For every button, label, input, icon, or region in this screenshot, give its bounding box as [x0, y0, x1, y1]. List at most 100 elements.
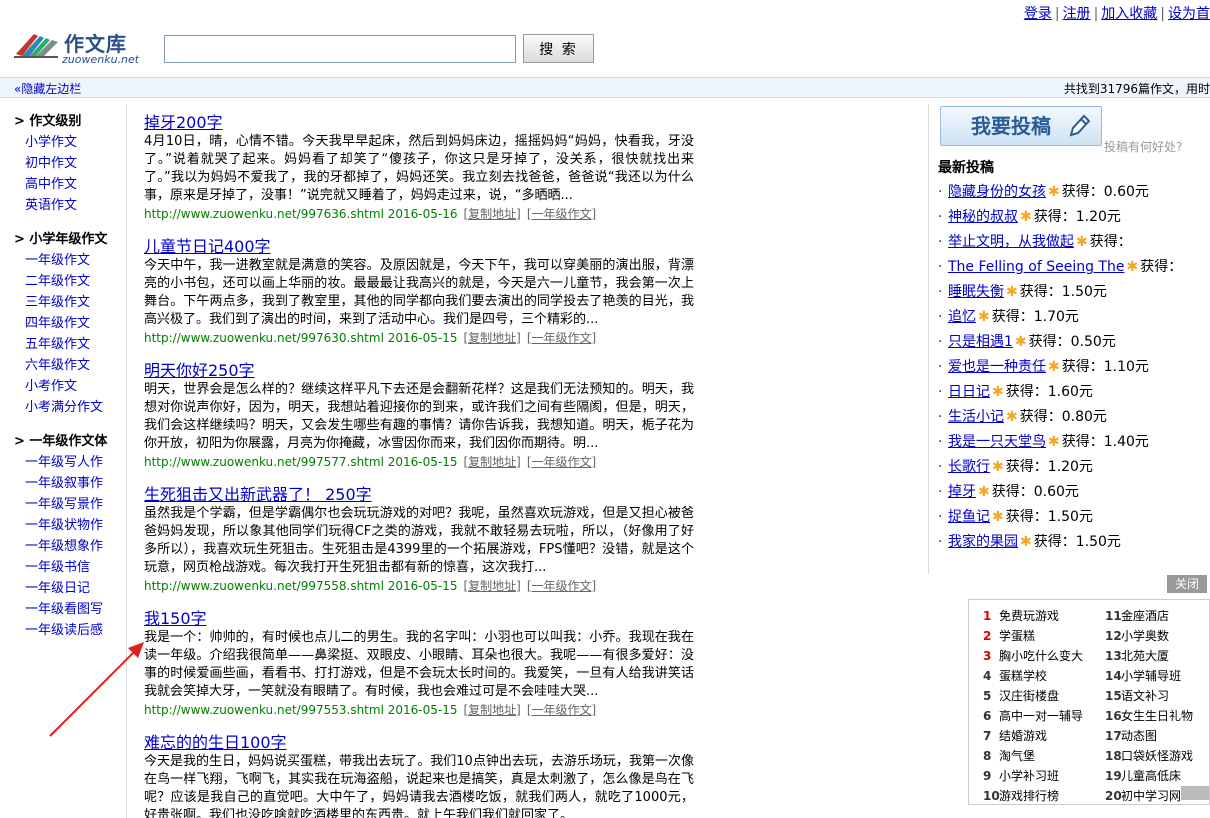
submit-article-button[interactable]: 我要投稿	[940, 106, 1102, 146]
article-title-link[interactable]: 儿童节日记400字	[144, 236, 271, 257]
article-title-link[interactable]: 明天你好250字	[144, 360, 255, 381]
copy-address-link[interactable]: [复制地址]	[464, 579, 521, 593]
ad-link[interactable]: 5 汉庄街楼盘	[983, 686, 1103, 706]
latest-submissions-title: 最新投稿	[938, 160, 994, 176]
ad-link[interactable]: 18口袋妖怪游戏	[1105, 746, 1209, 766]
article-title-link[interactable]: 我150字	[144, 608, 207, 629]
grade-link[interactable]: [一年级作文]	[527, 207, 596, 221]
ad-box: 1 免费玩游戏 2 学蛋糕 3 胸小吃什么变大 4 蛋糕学校 5 汉庄街楼盘 6 高中一对一辅导 7 结婚…	[968, 599, 1210, 805]
sidebar-item[interactable]: 小考作文	[14, 376, 124, 397]
ad-link-label: 小学补习班	[999, 769, 1060, 783]
gain-label: 获得：	[1019, 284, 1062, 300]
sidebar-item[interactable]: 一年级状物作	[14, 515, 124, 536]
set-homepage-link[interactable]: 设为首	[1168, 6, 1210, 22]
sidebar-item[interactable]: 二年级作文	[14, 271, 124, 292]
sidebar-item[interactable]: 高中作文	[14, 174, 124, 195]
grade-link[interactable]: [一年级作文]	[527, 579, 596, 593]
latest-submission-link[interactable]: 掉牙	[948, 484, 976, 500]
ad-link[interactable]: 9 小学补习班	[983, 766, 1103, 786]
latest-submission-item: · 只是相遇1 ✱ 获得：0.50元	[938, 330, 1210, 355]
grade-link[interactable]: [一年级作文]	[527, 703, 596, 717]
latest-submission-link[interactable]: 日日记	[948, 384, 990, 400]
article-title-link[interactable]: 生死狙击又出新武器了！ 250字	[144, 484, 372, 505]
latest-submission-link[interactable]: 神秘的叔叔	[948, 209, 1018, 225]
ad-link[interactable]: 4 蛋糕学校	[983, 666, 1103, 686]
article-url: http://www.zuowenku.net/997558.shtml	[144, 579, 384, 593]
ad-link[interactable]: 11金座酒店	[1105, 606, 1209, 626]
ad-tab[interactable]	[1181, 786, 1209, 800]
latest-submission-link[interactable]: 只是相遇1	[948, 334, 1013, 350]
copy-address-link[interactable]: [复制地址]	[464, 455, 521, 469]
ad-link[interactable]: 16女生生日礼物	[1105, 706, 1209, 726]
gain-label: 获得：	[1005, 459, 1048, 475]
sidebar-item[interactable]: 一年级叙事作	[14, 473, 124, 494]
latest-submission-link[interactable]: 举止文明，从我做起	[948, 234, 1074, 250]
sidebar-item[interactable]: 一年级看图写	[14, 599, 124, 620]
article-title-link[interactable]: 难忘的的生日100字	[144, 732, 287, 753]
gain-label: 获得：	[1033, 209, 1076, 225]
ad-link[interactable]: 1 免费玩游戏	[983, 606, 1103, 626]
ad-link[interactable]: 10游戏排行榜	[983, 786, 1103, 806]
ad-link[interactable]: 8 淘气堡	[983, 746, 1103, 766]
search-button[interactable]: 搜 索	[523, 34, 594, 63]
sidebar-item[interactable]: 英语作文	[14, 195, 124, 216]
latest-submission-link[interactable]: 捉鱼记	[948, 509, 990, 525]
latest-submission-item: · 神秘的叔叔 ✱ 获得：1.20元	[938, 205, 1210, 230]
latest-submission-link[interactable]: 隐藏身份的女孩	[948, 184, 1046, 200]
register-link[interactable]: 注册	[1063, 6, 1091, 22]
sidebar-item[interactable]: 初中作文	[14, 153, 124, 174]
login-link[interactable]: 登录	[1024, 6, 1052, 22]
latest-submission-link[interactable]: 睡眠失衡	[948, 284, 1004, 300]
sidebar-item[interactable]: 六年级作文	[14, 355, 124, 376]
sidebar-item[interactable]: 一年级日记	[14, 578, 124, 599]
sidebar-item[interactable]: 小学作文	[14, 132, 124, 153]
ad-link-label: 小学辅导班	[1121, 669, 1182, 683]
ad-link[interactable]: 12小学奥数	[1105, 626, 1209, 646]
latest-submission-link[interactable]: 我是一只天堂鸟	[948, 434, 1046, 450]
ad-link-label: 金座酒店	[1121, 609, 1170, 623]
sidebar-item[interactable]: 三年级作文	[14, 292, 124, 313]
close-button[interactable]: 关闭	[1167, 575, 1207, 593]
ad-link[interactable]: 13北苑大厦	[1105, 646, 1209, 666]
grade-link[interactable]: [一年级作文]	[527, 455, 596, 469]
article-title-link[interactable]: 掉牙200字	[144, 112, 223, 133]
sidebar-item[interactable]: 一年级作文	[14, 250, 124, 271]
add-favorite-link[interactable]: 加入收藏	[1101, 6, 1157, 22]
sidebar-item[interactable]: 五年级作文	[14, 334, 124, 355]
sidebar-item[interactable]: 一年级书信	[14, 557, 124, 578]
ad-link[interactable]: 2 学蛋糕	[983, 626, 1103, 646]
ad-link[interactable]: 19儿童高低床	[1105, 766, 1209, 786]
latest-submission-link[interactable]: 生活小记	[948, 409, 1004, 425]
site-logo[interactable]: 作文库 zuowenku.net	[14, 26, 154, 70]
article-summary: 虽然我是个学霸，但是学霸偶尔也会玩玩游戏的对吧？我呢，虽然喜欢玩游戏，但是又担心…	[144, 506, 694, 575]
latest-submission-link[interactable]: 爱也是一种责任	[948, 359, 1046, 375]
bullet-icon: ·	[938, 534, 943, 550]
latest-submission-link[interactable]: 长歌行	[948, 459, 990, 475]
bullet-icon: ·	[938, 309, 943, 325]
sidebar-item[interactable]: 一年级写人作	[14, 452, 124, 473]
star-icon: ✱	[1014, 334, 1027, 350]
latest-submission-link[interactable]: 追忆	[948, 309, 976, 325]
grade-link[interactable]: [一年级作文]	[527, 331, 596, 345]
ad-link[interactable]: 14小学辅导班	[1105, 666, 1209, 686]
sidebar-item[interactable]: 一年级写景作	[14, 494, 124, 515]
latest-submission-link[interactable]: 我家的果园	[948, 534, 1018, 550]
latest-submission-link[interactable]: The Felling of Seeing The	[948, 259, 1124, 275]
sidebar-item[interactable]: 小考满分作文	[14, 397, 124, 418]
search-input[interactable]	[164, 35, 516, 63]
copy-address-link[interactable]: [复制地址]	[464, 207, 521, 221]
copy-address-link[interactable]: [复制地址]	[464, 703, 521, 717]
ad-link[interactable]: 3 胸小吃什么变大	[983, 646, 1103, 666]
article-url: http://www.zuowenku.net/997630.shtml	[144, 331, 384, 345]
copy-address-link[interactable]: [复制地址]	[464, 331, 521, 345]
ad-rank: 17	[1105, 729, 1122, 743]
bullet-icon: ·	[938, 184, 943, 200]
ad-link[interactable]: 6 高中一对一辅导	[983, 706, 1103, 726]
ad-link[interactable]: 7 结婚游戏	[983, 726, 1103, 746]
sidebar-item[interactable]: 四年级作文	[14, 313, 124, 334]
sidebar-item[interactable]: 一年级想象作	[14, 536, 124, 557]
hide-sidebar-link[interactable]: «隐藏左边栏	[14, 80, 81, 97]
ad-link[interactable]: 17动态图	[1105, 726, 1209, 746]
ad-link[interactable]: 15语文补习	[1105, 686, 1209, 706]
submit-help-link[interactable]: 投稿有何好处?	[1104, 138, 1182, 155]
